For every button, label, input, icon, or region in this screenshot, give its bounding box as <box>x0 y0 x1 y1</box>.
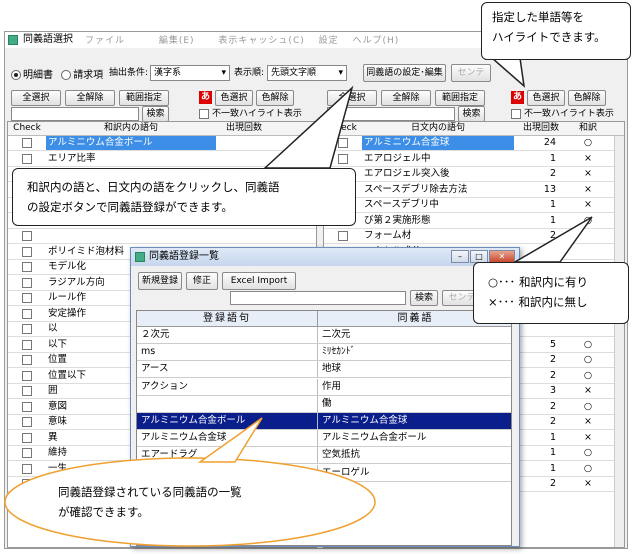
middle-callout-pointer <box>263 85 354 169</box>
synonym-list-callout: 同義語登録されている同義語の一覧 が確認できます。 <box>58 485 242 519</box>
register-callout: 和訳内の語と、日文内の語をクリックし、同義語 の設定ボタンで同義語登録ができます… <box>12 168 356 226</box>
mark-legend-callout: ○･･･ 和訳内に有り ×･･･ 和訳内に無し <box>473 262 629 324</box>
top-callout-pointer <box>490 57 526 88</box>
bottom-callout-pointer <box>197 417 263 463</box>
highlight-callout: 指定した単語等を ハイライトできます。 <box>481 2 631 60</box>
legend-callout-pointer <box>512 216 593 263</box>
